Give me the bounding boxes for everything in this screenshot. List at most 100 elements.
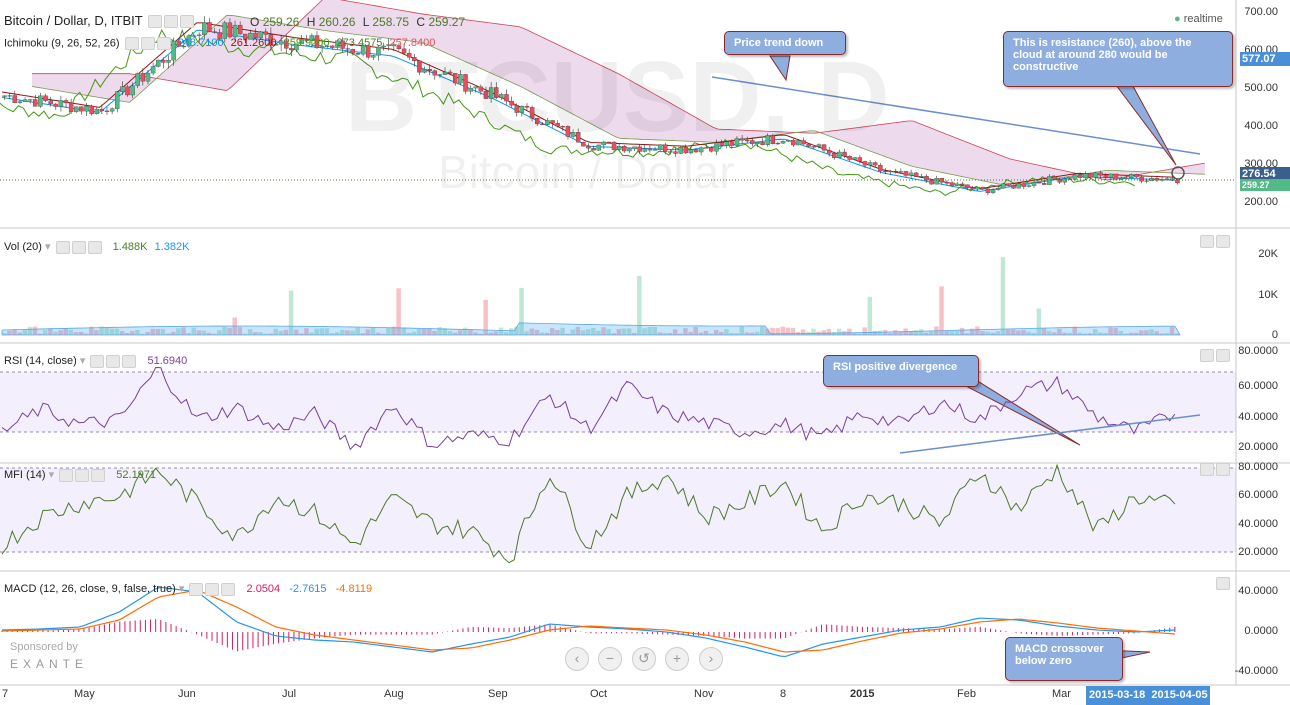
annotation-macd-crossover[interactable]: MACD crossover below zero [1005, 637, 1123, 681]
price-candle [237, 24, 243, 35]
price-candle [63, 100, 69, 104]
pane-controls[interactable] [1198, 463, 1230, 476]
price-candle [12, 95, 18, 103]
eye-icon[interactable] [90, 354, 105, 368]
ichimoku-legend[interactable]: Ichimoku (9, 26, 52, 26) 248.7100 261.26… [4, 37, 435, 50]
settings-icon[interactable] [71, 240, 86, 254]
scroll-left-icon[interactable]: ‹ [565, 647, 589, 671]
ichimoku-title: Ichimoku (9, 26, 52, 26) [4, 37, 120, 50]
price-tick: 200.00 [1244, 196, 1278, 208]
price-candle [1042, 182, 1047, 185]
price-candle [202, 22, 207, 36]
settings-icon[interactable] [205, 582, 220, 596]
price-candle [857, 157, 863, 162]
pane-controls[interactable] [1198, 235, 1230, 248]
mfi-tick: 60.0000 [1238, 489, 1278, 501]
ichimoku-lagging-value: 259.9200 [283, 37, 330, 50]
maximize-pane-icon[interactable] [1216, 577, 1230, 590]
reset-zoom-icon[interactable]: ↺ [632, 647, 656, 671]
rsi-tick: 80.0000 [1238, 345, 1278, 357]
watermark-symbol: BTCUSD, D [345, 41, 890, 153]
collapse-pane-icon[interactable] [1216, 463, 1230, 476]
realtime-indicator: ● realtime [1174, 13, 1223, 25]
price-candle [1159, 179, 1165, 181]
price-candle [7, 95, 12, 97]
chevron-down-icon[interactable]: ▾ [45, 241, 51, 253]
ohlc-readout: O 259.26 H 260.26 L 258.75 C 259.27 [250, 15, 465, 29]
settings-icon[interactable] [75, 468, 90, 482]
scroll-right-icon[interactable]: › [699, 647, 723, 671]
collapse-pane-icon[interactable] [1216, 349, 1230, 362]
price-candle [140, 73, 146, 82]
vol-legend[interactable]: Vol (20) ▾ 1.488K 1.382K [4, 240, 189, 254]
close-icon[interactable] [122, 354, 137, 368]
eye-icon[interactable] [55, 240, 70, 254]
close-icon[interactable] [221, 582, 236, 596]
rsi-legend[interactable]: RSI (14, close) ▾ 51.6940 [4, 354, 187, 368]
price-candle [104, 110, 110, 112]
eye-icon[interactable] [124, 37, 139, 50]
annotation-rsi-divergence[interactable]: RSI positive divergence [823, 355, 979, 387]
pane-controls[interactable] [1198, 349, 1230, 362]
chevron-down-icon[interactable]: ▾ [49, 469, 55, 481]
pane-controls[interactable] [1214, 577, 1230, 590]
price-candle [1011, 185, 1016, 189]
maximize-pane-icon[interactable] [1200, 463, 1214, 476]
vol-axis[interactable]: 20K 10K 0 [1238, 228, 1290, 343]
symbol-title[interactable]: Bitcoin / Dollar, D, ITBIT [4, 13, 195, 29]
price-candle [38, 95, 43, 107]
price-axis[interactable]: 700.00 600.00 500.00 400.00 300.00 200.0… [1238, 0, 1290, 228]
price-candle [79, 106, 84, 112]
close-value: 259.27 [428, 15, 466, 29]
eye-icon[interactable] [148, 15, 163, 29]
close-icon[interactable] [180, 15, 195, 29]
eye-icon[interactable] [189, 582, 204, 596]
zoom-out-icon[interactable]: − [598, 647, 622, 671]
price-candle [145, 72, 151, 82]
realtime-label: realtime [1183, 13, 1223, 25]
annotation-resistance[interactable]: This is resistance (260), above the clou… [1003, 31, 1233, 87]
settings-icon[interactable] [140, 37, 155, 50]
macd-legend[interactable]: MACD (12, 26, close, 9, false, true) ▾ 2… [4, 582, 372, 596]
macd-axis[interactable]: 40.0000 0.0000 -40.0000 [1235, 571, 1290, 685]
close-icon[interactable] [91, 468, 106, 482]
symbol-label: Bitcoin / Dollar, D, ITBIT [4, 13, 143, 28]
rsi-tick: 20.0000 [1238, 441, 1278, 453]
price-candle [995, 188, 1001, 190]
range-end-label: 2015-04-05 [1151, 689, 1208, 701]
ichimoku-spanB-value: 257.8400 [389, 37, 436, 50]
maximize-pane-icon[interactable] [1200, 349, 1214, 362]
chevron-down-icon[interactable]: ▾ [179, 583, 185, 595]
price-candle [43, 95, 48, 101]
close-icon[interactable] [156, 37, 171, 50]
mfi-axis[interactable]: 80.0000 60.0000 40.0000 20.0000 [1238, 461, 1290, 571]
annotation-price-trend[interactable]: Price trend down [724, 31, 846, 55]
close-icon[interactable] [87, 240, 102, 254]
price-candle [929, 180, 934, 185]
price-candle [150, 66, 156, 74]
x-tick: Sep [488, 688, 508, 700]
eye-icon[interactable] [59, 468, 74, 482]
chevron-down-icon[interactable]: ▾ [80, 355, 86, 367]
collapse-pane-icon[interactable] [1216, 235, 1230, 248]
date-range-highlight[interactable]: 2015-03-18 2015-04-05 [1086, 686, 1210, 705]
price-candle [1093, 172, 1098, 178]
macd-tick: 0.0000 [1244, 625, 1278, 637]
rsi-axis[interactable]: 80.0000 60.0000 40.0000 20.0000 [1238, 343, 1290, 463]
x-tick: 2015 [850, 688, 875, 700]
price-candle [156, 59, 161, 67]
settings-icon[interactable] [106, 354, 121, 368]
mfi-legend[interactable]: MFI (14) ▾ 52.1971 [4, 468, 156, 482]
price-candle [1067, 178, 1073, 180]
vol-title: Vol (20) [4, 241, 42, 253]
price-candle [1001, 183, 1006, 189]
settings-icon[interactable] [164, 15, 179, 29]
price-candle [166, 59, 171, 63]
zoom-in-icon[interactable]: + [665, 647, 689, 671]
rsi-tick: 60.0000 [1238, 380, 1278, 392]
price-candle [934, 178, 939, 185]
price-candle [847, 156, 852, 160]
maximize-pane-icon[interactable] [1200, 235, 1214, 248]
callout-tail [1109, 76, 1177, 166]
price-candle [1149, 178, 1155, 181]
